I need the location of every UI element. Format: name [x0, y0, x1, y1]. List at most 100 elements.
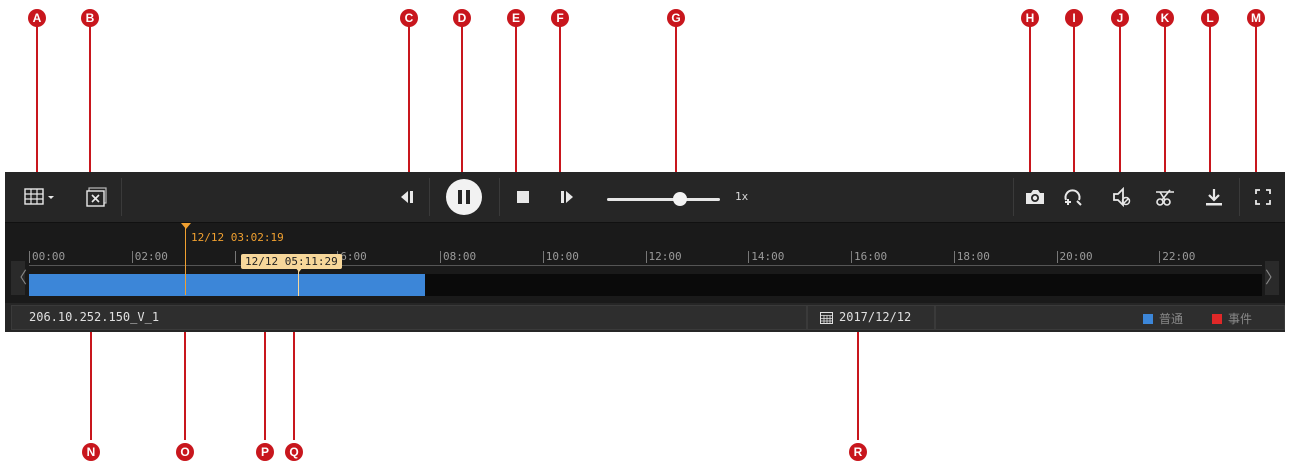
legend-normal-label: 普通 [1159, 312, 1184, 326]
scroll-right-button[interactable]: 〉 [1265, 261, 1281, 295]
callout-leader-line [1255, 24, 1257, 184]
date-value[interactable]: 2017/12/12 [839, 310, 911, 324]
playback-toolbar: 1x [5, 172, 1285, 223]
speed-label: 1x [735, 190, 749, 203]
legend-normal-swatch [1143, 313, 1153, 324]
callout-leader-line [1209, 24, 1211, 184]
callout-marker-f: F [551, 9, 569, 27]
record-track[interactable] [29, 274, 1262, 296]
grid-layout-icon [24, 188, 54, 205]
time-tick-label: 12:00 [645, 251, 682, 263]
layout-button[interactable] [19, 172, 63, 222]
callout-marker-q: Q [285, 443, 303, 461]
fullscreen-button[interactable] [1245, 172, 1281, 222]
normal-record-segment[interactable] [29, 274, 425, 296]
callout-leader-line [36, 24, 38, 184]
audio-button[interactable] [1103, 172, 1139, 222]
callout-marker-m: M [1247, 9, 1265, 27]
callout-marker-i: I [1065, 9, 1083, 27]
time-axis [29, 265, 1262, 266]
toolbar-separator [1013, 178, 1014, 216]
time-tick-label: 14:00 [748, 251, 784, 263]
step-forward-icon [561, 191, 573, 203]
callout-marker-r: R [849, 443, 867, 461]
hover-pointer [295, 267, 303, 272]
stop-button[interactable] [511, 172, 535, 222]
callout-leader-line [1073, 24, 1075, 184]
callout-marker-k: K [1156, 9, 1174, 27]
download-icon [1206, 189, 1222, 206]
stream-name: 206.10.252.150_V_1 [29, 310, 160, 324]
step-back-button[interactable] [393, 172, 421, 222]
scissors-icon [1156, 189, 1174, 206]
callout-marker-l: L [1201, 9, 1219, 27]
callout-leader-line [408, 24, 410, 184]
step-backward-icon [401, 191, 413, 203]
toolbar-separator [429, 178, 430, 216]
legend-normal: 普通 [1143, 310, 1183, 327]
callout-marker-n: N [82, 443, 100, 461]
time-tick-label: 22:00 [1159, 251, 1195, 263]
callout-marker-e: E [507, 9, 525, 27]
fullscreen-icon [1255, 189, 1271, 205]
legend-event-label: 事件 [1228, 312, 1253, 326]
toolbar-separator [121, 178, 122, 216]
playback-cursor-head[interactable] [181, 223, 191, 229]
callout-marker-h: H [1021, 9, 1039, 27]
status-bar: 206.10.252.150_V_1 2017/12/12 普通 事件 [5, 303, 1285, 332]
callout-marker-d: D [453, 9, 471, 27]
callout-marker-j: J [1111, 9, 1129, 27]
time-tick-label: 08:00 [440, 251, 476, 263]
snapshot-button[interactable] [1017, 172, 1053, 222]
time-tick-label [234, 251, 238, 263]
timeline[interactable]: 12/12 03:02:19 00:00 02:00 6:00 08:00 10:00 1… [5, 223, 1285, 299]
playback-player: 1x 12/12 03:02:19 00:00 02:00 6:00 08:00… [5, 172, 1285, 332]
callout-marker-o: O [176, 443, 194, 461]
callout-leader-line [89, 24, 91, 184]
time-tick-label: 02:00 [131, 251, 168, 263]
callout-leader-line [675, 24, 677, 184]
callout-marker-p: P [256, 443, 274, 461]
callout-leader-line [1119, 24, 1121, 184]
digital-zoom-icon [1064, 189, 1082, 206]
callout-leader-line [515, 24, 517, 184]
toolbar-separator [1239, 178, 1240, 216]
download-button[interactable] [1197, 172, 1231, 222]
digital-zoom-button[interactable] [1055, 172, 1091, 222]
camera-icon [1026, 190, 1044, 204]
time-tick-label: 16:00 [851, 251, 887, 263]
hover-time-tooltip: 12/12 05:11:29 [241, 254, 342, 269]
calendar-icon [820, 312, 833, 324]
callout-marker-a: A [28, 9, 46, 27]
callout-marker-g: G [667, 9, 685, 27]
scroll-left-button[interactable]: 〈 [11, 261, 27, 295]
time-tick-label: 00:00 [29, 251, 65, 263]
audio-mute-icon [1113, 187, 1131, 207]
time-tick-label: 20:00 [1056, 251, 1093, 263]
step-forward-button[interactable] [555, 172, 579, 222]
callout-leader-line [1164, 24, 1166, 184]
pause-button[interactable] [446, 179, 482, 215]
callout-leader-line [1029, 24, 1031, 184]
speed-slider-handle[interactable] [673, 192, 687, 206]
toolbar-separator [499, 178, 500, 216]
time-tick-label: 18:00 [953, 251, 990, 263]
speed-slider-track[interactable] [607, 198, 720, 201]
callout-marker-b: B [81, 9, 99, 27]
callout-leader-line [857, 320, 859, 440]
callout-leader-line [559, 24, 561, 184]
legend-event: 事件 [1212, 310, 1252, 327]
close-window-icon [86, 187, 107, 207]
cursor-time-label: 12/12 03:02:19 [191, 231, 284, 244]
legend-event-swatch [1212, 313, 1222, 324]
pause-icon [458, 190, 470, 204]
clip-button[interactable] [1147, 172, 1183, 222]
close-all-windows-button[interactable] [79, 172, 115, 222]
stop-icon [517, 191, 529, 203]
callout-leader-line [461, 24, 463, 184]
time-tick-label: 10:00 [542, 251, 579, 263]
callout-leader-line [90, 320, 92, 440]
callout-marker-c: C [400, 9, 418, 27]
playback-cursor[interactable] [185, 223, 186, 295]
hover-line [298, 271, 299, 296]
